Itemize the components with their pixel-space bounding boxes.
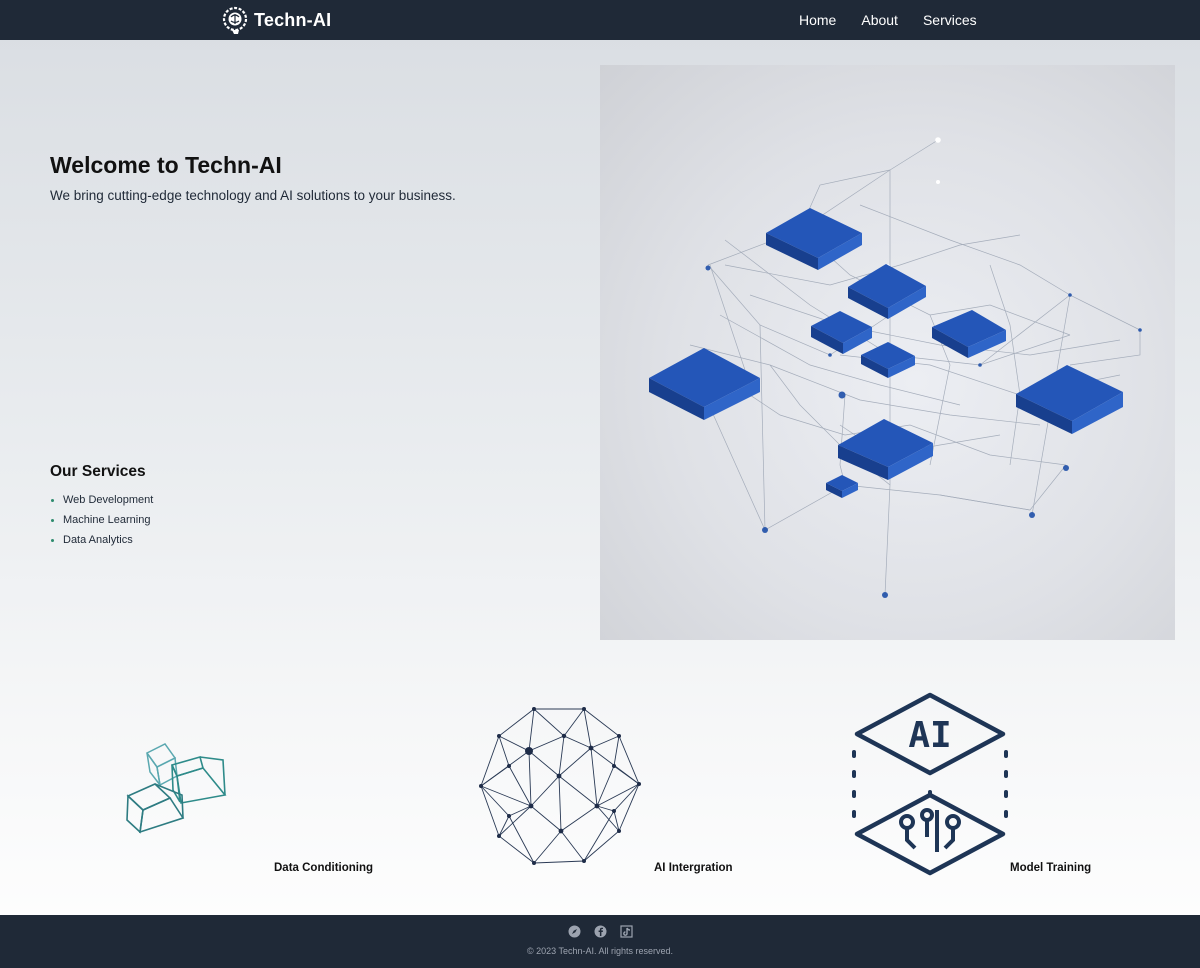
service-item-web-development: Web Development	[50, 493, 153, 513]
services-heading: Our Services	[50, 463, 146, 480]
nav-services[interactable]: Services	[923, 12, 977, 28]
footer: © 2023 Techn-AI. All rights reserved.	[0, 915, 1200, 968]
service-item-data-analytics: Data Analytics	[50, 533, 153, 553]
navbar: Techn-AI Home About Services	[0, 0, 1200, 40]
svg-text:AI: AI	[908, 715, 951, 756]
hero-network-image	[600, 65, 1175, 640]
services-list: Web Development Machine Learning Data An…	[50, 493, 153, 553]
copyright-text: © 2023 Techn-AI. All rights reserved.	[526, 946, 674, 956]
network-illustration	[649, 137, 1142, 598]
tiktok-icon[interactable]	[619, 925, 633, 938]
feature-label-data-conditioning: Data Conditioning	[274, 862, 374, 874]
ai-chip-icon: AI	[852, 692, 1008, 876]
service-item-machine-learning: Machine Learning	[50, 513, 153, 533]
brand-name: Techn-AI	[254, 9, 332, 30]
feature-label-ai-integration: AI Intergration	[654, 862, 733, 874]
social-links	[0, 925, 1200, 938]
hero-title: Welcome to Techn-AI	[50, 152, 282, 178]
compass-icon[interactable]	[568, 925, 581, 938]
cubes-icon	[126, 743, 227, 834]
brain-logo-icon	[222, 6, 248, 34]
brand-link[interactable]: Techn-AI	[221, 5, 331, 35]
feature-label-model-training: Model Training	[1010, 862, 1092, 874]
facebook-icon[interactable]	[594, 925, 607, 938]
hero-subtitle: We bring cutting-edge technology and AI …	[50, 188, 456, 203]
nav-about[interactable]: About	[861, 12, 898, 28]
geodesic-sphere-icon	[479, 707, 641, 865]
nav-home[interactable]: Home	[799, 12, 836, 28]
nav-links: Home About Services	[799, 0, 977, 40]
